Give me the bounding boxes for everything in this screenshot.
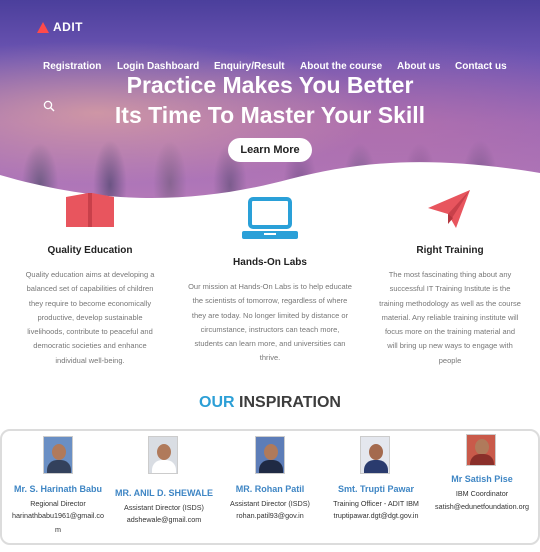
learn-more-button[interactable]: Learn More [228, 138, 312, 162]
feature-title-quality-education: Quality Education [47, 245, 133, 256]
person-name-trupti: Smt. Trupti Pawar [337, 484, 415, 494]
person-role-rohan: Assistant Director (ISDS) [230, 499, 310, 508]
person-name-satish: Mr Satish Pise [451, 474, 513, 484]
feature-desc-quality-education: Quality education aims at developing a b… [25, 270, 155, 365]
person-email-harinath: harinathbabu1961@gmail.co m [11, 511, 104, 534]
person-role-harinath: Regional Director [30, 499, 86, 508]
brand-name: ADIT [53, 20, 83, 34]
nav-registration[interactable]: Registration [43, 61, 101, 72]
nav-about-course[interactable]: About the course [300, 61, 382, 72]
person-email-satish: satish@edunetfoundation.org [434, 502, 529, 511]
person-email-rohan: rohan.patil93@gov.in [236, 511, 304, 520]
person-photo-satish [466, 434, 496, 466]
nav-contact-us[interactable]: Contact us [455, 61, 507, 72]
brand-logo[interactable]: ADIT [37, 20, 83, 34]
person-photo-trupti [360, 436, 390, 474]
inspiration-heading: OUR INSPIRATION [199, 394, 341, 411]
book-icon [66, 193, 114, 227]
hero-headline: Practice Makes You Better [126, 72, 414, 98]
person-photo-harinath [43, 436, 73, 474]
person-email-shewale: adshewale@gmail.com [126, 515, 202, 524]
feature-title-right-training: Right Training [416, 245, 484, 256]
logo-triangle-icon [37, 21, 49, 33]
hero-banner: ADIT Registration Login Dashboard Enquir… [0, 0, 540, 205]
person-role-trupti: Training Officer - ADIT IBM [333, 499, 419, 508]
feature-desc-right-training: The most fascinating thing about any suc… [379, 270, 521, 365]
nav-login-dashboard[interactable]: Login Dashboard [117, 61, 199, 72]
paper-plane-icon [428, 190, 470, 228]
person-photo-shewale [148, 436, 178, 474]
hero-subheadline: Its Time To Master Your Skill [114, 102, 426, 128]
nav-about-us[interactable]: About us [397, 61, 440, 72]
person-email-trupti: truptipawar.dgt@dgt.gov.in [333, 511, 419, 520]
person-name-harinath: Mr. S. Harinath Babu [13, 484, 102, 494]
laptop-icon [242, 197, 298, 239]
feature-desc-hands-on-labs: Our mission at Hands-On Labs is to help … [188, 282, 352, 363]
person-role-shewale: Assistant Director (ISDS) [124, 503, 204, 512]
person-name-shewale: MR. ANIL D. SHEWALE [114, 488, 213, 498]
nav-enquiry-result[interactable]: Enquiry/Result [214, 61, 285, 72]
person-name-rohan: MR. Rohan Patil [235, 484, 305, 494]
person-role-satish: IBM Coordinator [455, 489, 509, 498]
feature-title-hands-on-labs: Hands-On Labs [233, 257, 307, 268]
person-photo-rohan [255, 436, 285, 474]
